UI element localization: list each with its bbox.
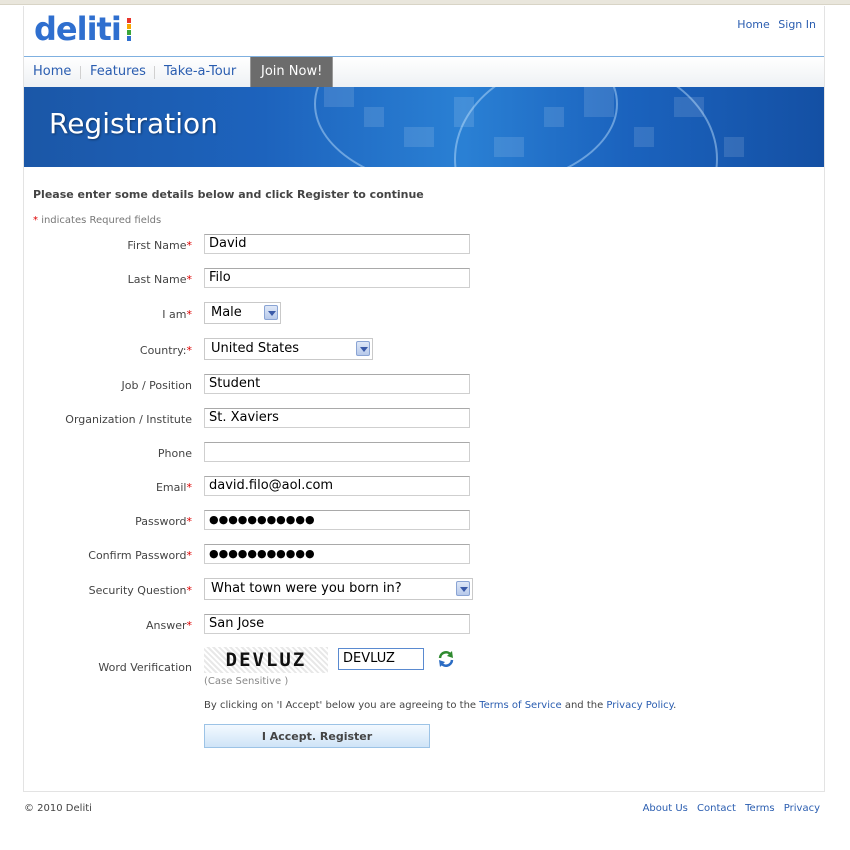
footer-terms-link[interactable]: Terms: [745, 803, 774, 814]
logo-color-bars: [127, 18, 131, 42]
security-question-label: Security Question*: [88, 584, 192, 597]
registration-banner: Registration: [24, 87, 824, 167]
password-label: Password*: [135, 515, 192, 528]
nav-home[interactable]: Home: [33, 57, 71, 87]
last-name-input[interactable]: Filo: [204, 268, 470, 288]
required-note: * indicates Requred fields: [33, 215, 162, 226]
privacy-policy-link[interactable]: Privacy Policy: [606, 700, 673, 711]
email-input[interactable]: david.filo@aol.com: [204, 476, 470, 496]
confirm-password-label: Confirm Password*: [88, 549, 192, 562]
accept-register-button[interactable]: I Accept. Register: [204, 724, 430, 748]
chevron-down-icon[interactable]: [264, 305, 278, 320]
top-sign-in-link[interactable]: Sign In: [778, 18, 816, 31]
first-name-input[interactable]: David: [204, 234, 470, 254]
confirm-password-input[interactable]: ●●●●●●●●●●●: [204, 544, 470, 564]
top-home-link[interactable]: Home: [737, 18, 769, 31]
logo[interactable]: deliti: [34, 10, 122, 48]
form-intro: Please enter some details below and clic…: [33, 188, 424, 201]
answer-input[interactable]: San Jose: [204, 614, 470, 634]
page-title: Registration: [49, 107, 218, 140]
footer-contact-link[interactable]: Contact: [697, 803, 736, 814]
last-name-label: Last Name*: [127, 273, 192, 286]
nav-take-a-tour[interactable]: Take-a-Tour: [164, 57, 236, 87]
top-links: Home Sign In: [732, 18, 816, 31]
top-border: [0, 0, 850, 5]
agreement-text: By clicking on 'I Accept' below you are …: [204, 700, 677, 711]
nav-features[interactable]: Features: [90, 57, 146, 87]
word-verification-label: Word Verification: [98, 661, 192, 674]
security-question-select[interactable]: What town were you born in?: [204, 578, 473, 600]
case-sensitive-note: (Case Sensitive ): [204, 676, 289, 687]
footer-privacy-link[interactable]: Privacy: [784, 803, 820, 814]
copyright: © 2010 Deliti: [24, 803, 92, 814]
phone-input[interactable]: [204, 442, 470, 462]
main-nav: Home Features Take-a-Tour Join Now!: [24, 56, 824, 87]
job-label: Job / Position: [121, 379, 193, 392]
phone-label: Phone: [157, 447, 192, 460]
gender-select[interactable]: Male: [204, 302, 281, 324]
country-select[interactable]: United States: [204, 338, 373, 360]
password-input[interactable]: ●●●●●●●●●●●: [204, 510, 470, 530]
answer-label: Answer*: [145, 619, 192, 632]
nav-separator: [80, 66, 81, 79]
captcha-image: DEVLUZ: [204, 647, 328, 673]
footer-links: About Us Contact Terms Privacy: [637, 803, 820, 814]
captcha-input[interactable]: DEVLUZ: [338, 648, 424, 670]
country-label: Country:*: [139, 344, 192, 357]
organization-label: Organization / Institute: [65, 413, 192, 426]
first-name-label: First Name*: [127, 239, 192, 252]
gender-label: I am*: [162, 308, 192, 321]
nav-join-now[interactable]: Join Now!: [250, 57, 334, 87]
nav-separator: [154, 66, 155, 79]
chevron-down-icon[interactable]: [356, 341, 370, 356]
footer-about-us-link[interactable]: About Us: [643, 803, 688, 814]
refresh-icon[interactable]: [437, 650, 455, 668]
job-input[interactable]: Student: [204, 374, 470, 394]
organization-input[interactable]: St. Xaviers: [204, 408, 470, 428]
chevron-down-icon[interactable]: [456, 581, 470, 596]
email-label: Email*: [155, 481, 192, 494]
terms-of-service-link[interactable]: Terms of Service: [479, 700, 561, 711]
